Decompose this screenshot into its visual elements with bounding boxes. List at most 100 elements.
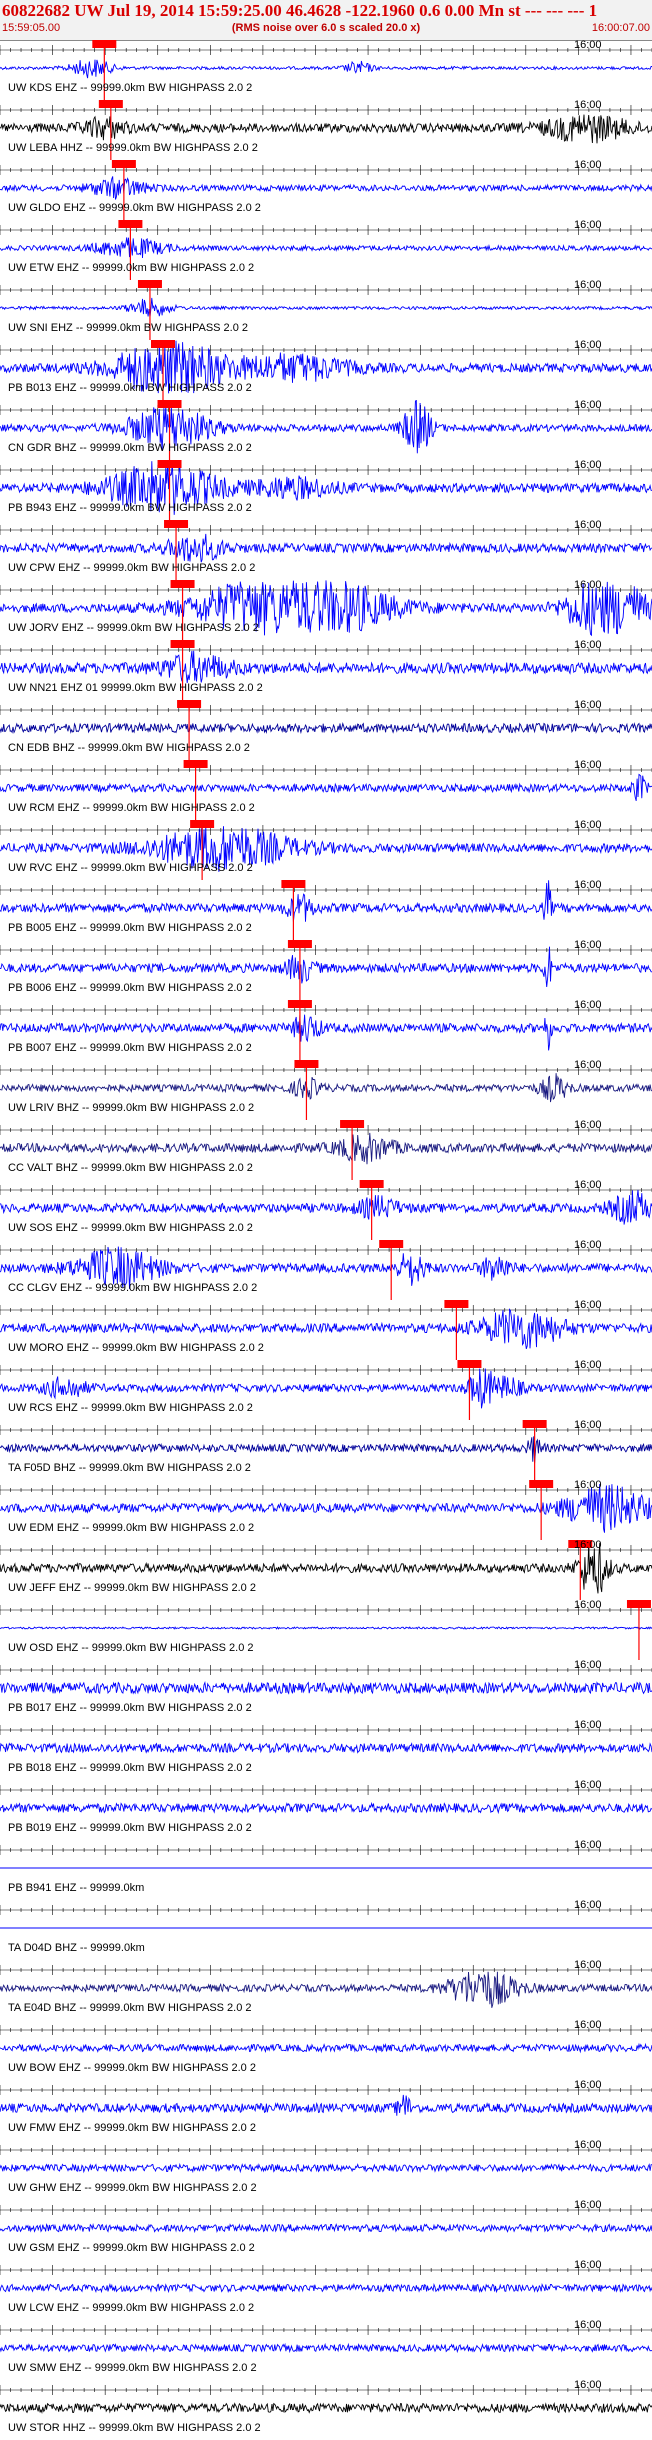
station-label: CC CLGV EHZ -- 99999.0km BW HIGHPASS 2.0… xyxy=(8,1282,258,1294)
waveform xyxy=(0,1801,652,1815)
trace-row: 16:00 PB B007 EHZ -- 99999.0km BW HIGHPAS… xyxy=(0,999,652,1060)
station-label: UW RCM EHZ -- 99999.0km BW HIGHPASS 2.0 … xyxy=(8,802,255,814)
trace-row: 16:00 UW MORO EHZ -- 99999.0km BW HIGHPAS… xyxy=(0,1299,652,1360)
trace-row: 16:00 PB B005 EHZ -- 99999.0km BW HIGHPAS… xyxy=(0,879,652,940)
time-tick-label: 16:00 xyxy=(574,2259,602,2271)
time-tick-label: 16:00 xyxy=(574,579,602,591)
trace-row: 16:00 CC CLGV EHZ -- 99999.0km BW HIGHPAS… xyxy=(0,1239,652,1300)
station-label: PB B941 EHZ -- 99999.0km xyxy=(8,1882,145,1894)
station-label: UW RCS EHZ -- 99999.0km BW HIGHPASS 2.0 … xyxy=(8,1402,253,1414)
station-label: UW GLDO EHZ -- 99999.0km BW HIGHPASS 2.0… xyxy=(8,202,261,214)
station-label: UW GHW EHZ -- 99999.0km BW HIGHPASS 2.0 … xyxy=(8,2182,257,2194)
trace-row: 16:00 UW CPW EHZ -- 99999.0km BW HIGHPASS… xyxy=(0,519,652,580)
waveform xyxy=(0,2283,652,2294)
waveform xyxy=(0,2162,652,2174)
time-tick-label: 16:00 xyxy=(574,99,602,111)
time-tick-label: 16:00 xyxy=(574,699,602,711)
time-tick-label: 16:00 xyxy=(574,1059,602,1071)
station-label: TA D04D BHZ -- 99999.0km xyxy=(8,1942,145,1954)
time-tick-label: 16:00 xyxy=(574,399,602,411)
waveform xyxy=(0,533,652,563)
trace-row: 16:00 PB B941 EHZ -- 99999.0km xyxy=(0,1839,652,1900)
trace-row: 16:00 PB B017 EHZ -- 99999.0km BW HIGHPAS… xyxy=(0,1659,652,1720)
record-title: 60822682 UW Jul 19, 2014 15:59:25.00 46.… xyxy=(2,1,598,20)
time-tick-label: 16:00 xyxy=(574,2319,602,2331)
trace-row: 16:00 UW GSM EHZ -- 99999.0km BW HIGHPASS… xyxy=(0,2199,652,2260)
trace-row: 16:00 TA D04D BHZ -- 99999.0km xyxy=(0,1899,652,1960)
station-label: CN GDR BHZ -- 99999.0km BW HIGHPASS 2.0 … xyxy=(8,442,252,454)
trace-row: 16:00 UW LCW EHZ -- 99999.0km BW HIGHPASS… xyxy=(0,2259,652,2320)
trace-row: 16:00 UW JEFF EHZ -- 99999.0km BW HIGHPAS… xyxy=(0,1539,652,1600)
time-tick-label: 16:00 xyxy=(574,759,602,771)
trace-row: 16:00 PB B019 EHZ -- 99999.0km BW HIGHPAS… xyxy=(0,1779,652,1840)
station-label: UW NN21 EHZ 01 99999.0km BW HIGHPASS 2.0… xyxy=(8,682,263,694)
trace-row: 16:00 UW SMW EHZ -- 99999.0km BW HIGHPASS… xyxy=(0,2319,652,2380)
time-tick-label: 16:00 xyxy=(574,1299,602,1311)
station-label: UW SNI EHZ -- 99999.0km BW HIGHPASS 2.0 … xyxy=(8,322,249,334)
time-tick-label: 16:00 xyxy=(574,2019,602,2031)
time-tick-label: 16:00 xyxy=(574,1419,602,1431)
station-label: PB B005 EHZ -- 99999.0km BW HIGHPASS 2.0… xyxy=(8,922,252,934)
time-tick-label: 16:00 xyxy=(574,459,602,471)
time-tick-label: 16:00 xyxy=(574,1179,602,1191)
trace-row: 16:00 PB B943 EHZ -- 99999.0km BW HIGHPAS… xyxy=(0,459,652,520)
station-label: UW EDM EHZ -- 99999.0km BW HIGHPASS 2.0 … xyxy=(8,1522,255,1534)
station-label: UW GSM EHZ -- 99999.0km BW HIGHPASS 2.0 … xyxy=(8,2242,255,2254)
trace-row: 16:00 UW GLDO EHZ -- 99999.0km BW HIGHPAS… xyxy=(0,159,652,220)
time-tick-label: 16:00 xyxy=(574,219,602,231)
waveform xyxy=(0,2402,652,2414)
time-tick-label: 16:00 xyxy=(574,2079,602,2091)
time-tick-label: 16:00 xyxy=(574,999,602,1011)
trace-row: 16:00 UW BOW EHZ -- 99999.0km BW HIGHPASS… xyxy=(0,2019,652,2080)
time-tick-label: 16:00 xyxy=(574,279,602,291)
station-label: UW ETW EHZ -- 99999.0km BW HIGHPASS 2.0 … xyxy=(8,262,255,274)
trace-row: 16:00 PB B018 EHZ -- 99999.0km BW HIGHPAS… xyxy=(0,1719,652,1780)
station-label: TA F05D BHZ -- 99999.0km BW HIGHPASS 2.0… xyxy=(8,1462,251,1474)
trace-row: 16:00 UW RCS EHZ -- 99999.0km BW HIGHPASS… xyxy=(0,1359,652,1420)
time-tick-label: 16:00 xyxy=(574,879,602,891)
station-label: UW STOR HHZ -- 99999.0km BW HIGHPASS 2.0… xyxy=(8,2422,261,2434)
station-label: UW BOW EHZ -- 99999.0km BW HIGHPASS 2.0 … xyxy=(8,2062,256,2074)
station-label: PB B017 EHZ -- 99999.0km BW HIGHPASS 2.0… xyxy=(8,1702,252,1714)
station-label: UW RVC EHZ -- 99999.0km BW HIGHPASS 2.0 … xyxy=(8,862,253,874)
waveform xyxy=(0,237,652,259)
trace-row: 16:00 CC VALT BHZ -- 99999.0km BW HIGHPAS… xyxy=(0,1119,652,1180)
time-tick-label: 16:00 xyxy=(574,2139,602,2151)
station-label: CN EDB BHZ -- 99999.0km BW HIGHPASS 2.0 … xyxy=(8,742,250,754)
time-tick-label: 16:00 xyxy=(574,1119,602,1131)
trace-row: 16:00 UW SNI EHZ -- 99999.0km BW HIGHPASS… xyxy=(0,279,652,340)
waveform xyxy=(0,1626,652,1630)
station-label: UW SOS EHZ -- 99999.0km BW HIGHPASS 2.0 … xyxy=(8,1222,253,1234)
trace-row: 16:00 UW ETW EHZ -- 99999.0km BW HIGHPASS… xyxy=(0,219,652,280)
trace-row: 16:00 PB B013 EHZ -- 99999.0km BW HIGHPAS… xyxy=(0,339,652,400)
waveform xyxy=(0,2223,652,2234)
waveform xyxy=(0,114,652,144)
trace-row: 16:00 UW GHW EHZ -- 99999.0km BW HIGHPASS… xyxy=(0,2139,652,2200)
rms-note: (RMS noise over 6.0 s scaled 20.0 x) xyxy=(231,22,421,34)
waveform xyxy=(0,176,652,200)
trace-row: 16:00 UW JORV EHZ -- 99999.0km BW HIGHPAS… xyxy=(0,579,652,640)
station-label: UW FMW EHZ -- 99999.0km BW HIGHPASS 2.0 … xyxy=(8,2122,256,2134)
waveform xyxy=(0,946,652,987)
station-label: UW JEFF EHZ -- 99999.0km BW HIGHPASS 2.0… xyxy=(8,1582,256,1594)
trace-row: 16:00 TA E04D BHZ -- 99999.0km BW HIGHPAS… xyxy=(0,1959,652,2020)
time-tick-label: 16:00 xyxy=(574,939,602,951)
record-header: 60822682 UW Jul 19, 2014 15:59:25.00 46.… xyxy=(0,0,652,41)
waveform xyxy=(0,1436,652,1464)
waveform xyxy=(0,297,652,318)
waveform xyxy=(0,2042,652,2054)
waveform xyxy=(0,721,652,735)
waveform xyxy=(0,773,652,802)
time-tick-label: 16:00 xyxy=(574,2379,602,2391)
trace-row: 16:00 UW KDS EHZ -- 99999.0km BW HIGHPASS… xyxy=(0,39,652,100)
waveform xyxy=(0,1132,652,1165)
time-tick-label: 16:00 xyxy=(574,39,602,51)
time-tick-label: 16:00 xyxy=(574,159,602,171)
station-label: UW CPW EHZ -- 99999.0km BW HIGHPASS 2.0 … xyxy=(8,562,256,574)
station-label: UW KDS EHZ -- 99999.0km BW HIGHPASS 2.0 … xyxy=(8,82,253,94)
waveform xyxy=(0,1681,652,1695)
trace-row: 16:00 UW EDM EHZ -- 99999.0km BW HIGHPASS… xyxy=(0,1479,652,1540)
end-time: 16:00:07.00 xyxy=(591,22,650,34)
time-tick-label: 16:00 xyxy=(574,1479,602,1491)
waveform xyxy=(0,2342,652,2354)
